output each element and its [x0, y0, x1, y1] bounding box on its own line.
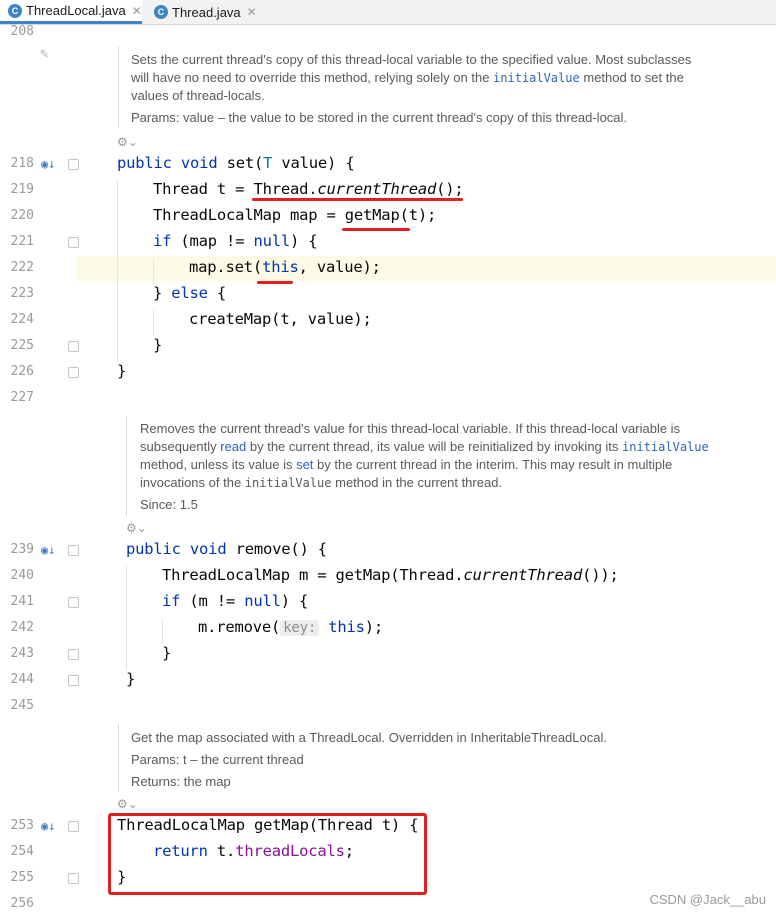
line-number: 223 — [10, 286, 34, 301]
fold-marker-icon[interactable] — [68, 237, 79, 248]
doc-border — [118, 724, 119, 792]
code-line: public void set(T value) { — [117, 154, 355, 172]
fold-marker-icon[interactable] — [68, 367, 79, 378]
doc-params: Params: t – the current thread — [131, 752, 304, 767]
fold-marker-icon[interactable] — [68, 597, 79, 608]
line-number: 224 — [10, 312, 34, 327]
line-number: 226 — [10, 364, 34, 379]
doc-line: invocations of the initialValue method i… — [140, 475, 503, 490]
doc-line: Removes the current thread's value for t… — [140, 421, 681, 436]
doc-line: values of thread-locals. — [131, 88, 265, 103]
line-number: 256 — [10, 896, 34, 911]
override-marker-icon[interactable]: ◉↓ — [41, 543, 55, 557]
fold-marker-icon[interactable] — [68, 873, 79, 884]
tab-threadlocal-java[interactable]: C ThreadLocal.java ✕ — [0, 0, 142, 24]
red-highlight-box — [108, 813, 427, 895]
code-line: } else { — [153, 284, 227, 302]
fold-marker-icon[interactable] — [68, 675, 79, 686]
edit-pencil-icon[interactable]: ✎ — [40, 46, 48, 62]
fold-marker-icon[interactable] — [68, 159, 79, 170]
line-number: 221 — [10, 234, 34, 249]
indent-guide — [126, 566, 127, 670]
indent-guide — [153, 310, 154, 336]
code-line: public void remove() { — [126, 540, 327, 558]
fold-marker-icon[interactable] — [68, 341, 79, 352]
line-number: 222 — [10, 260, 34, 275]
line-number: 239 — [10, 542, 34, 557]
code-line: ThreadLocalMap m = getMap(Thread.current… — [162, 566, 619, 584]
close-icon[interactable]: ✕ — [132, 4, 142, 18]
code-line: } — [162, 644, 172, 662]
line-number: 241 — [10, 594, 34, 609]
doc-line: Get the map associated with a ThreadLoca… — [131, 730, 607, 745]
indent-guide — [153, 258, 154, 284]
doc-border — [118, 46, 119, 128]
code-line: ThreadLocalMap map = getMap(t); — [153, 206, 437, 224]
code-line: m.remove(key: this); — [198, 618, 384, 636]
red-underline — [257, 281, 293, 284]
line-number: 245 — [10, 698, 34, 713]
line-number: 242 — [10, 620, 34, 635]
current-line-highlight — [76, 256, 776, 281]
code-line: if (m != null) { — [162, 592, 309, 610]
doc-params: Params: value – the value to be stored i… — [131, 110, 628, 125]
red-underline — [342, 228, 410, 231]
doc-line: method, unless its value is set by the c… — [140, 457, 673, 472]
red-underline — [252, 198, 463, 201]
line-number: 243 — [10, 646, 34, 661]
code-line: } — [126, 670, 136, 688]
code-line: createMap(t, value); — [189, 310, 372, 328]
javadoc-remove: Removes the current thread's value for t… — [140, 420, 770, 514]
line-number: 219 — [10, 182, 34, 197]
java-class-icon: C — [154, 5, 168, 19]
tab-thread-java[interactable]: C Thread.java ✕ — [146, 0, 262, 24]
code-line: Thread t = Thread.currentThread(); — [153, 180, 464, 198]
editor-tab-bar: C ThreadLocal.java ✕ C Thread.java ✕ — [0, 0, 776, 25]
line-number: 240 — [10, 568, 34, 583]
javadoc-set: Sets the current thread's copy of this t… — [131, 51, 771, 127]
line-number: 225 — [10, 338, 34, 353]
line-number: 220 — [10, 208, 34, 223]
code-line: map.set(this, value); — [189, 258, 381, 276]
doc-line: Sets the current thread's copy of this t… — [131, 52, 692, 67]
indent-guide — [117, 180, 118, 362]
toggle-render-icon[interactable]: ⚙⌄ — [117, 135, 138, 149]
line-number: 208 — [10, 24, 34, 39]
fold-marker-icon[interactable] — [68, 821, 79, 832]
doc-returns: Returns: the map — [131, 774, 231, 789]
override-marker-icon[interactable]: ◉↓ — [41, 157, 55, 171]
doc-line: will have no need to override this metho… — [131, 70, 684, 85]
line-number: 255 — [10, 870, 34, 885]
doc-border — [126, 416, 127, 516]
indent-guide — [162, 618, 163, 644]
code-line: } — [153, 336, 163, 354]
toggle-render-icon[interactable]: ⚙⌄ — [117, 797, 138, 811]
doc-since: Since: 1.5 — [140, 497, 198, 512]
line-number: 227 — [10, 390, 34, 405]
doc-line: subsequently read by the current thread,… — [140, 439, 709, 454]
tab-label: ThreadLocal.java — [26, 3, 126, 18]
param-hint: key: — [280, 620, 320, 636]
watermark: CSDN @Jack__abu — [649, 892, 766, 907]
line-number: 244 — [10, 672, 34, 687]
toggle-render-icon[interactable]: ⚙⌄ — [126, 521, 147, 535]
fold-marker-icon[interactable] — [68, 649, 79, 660]
code-line: } — [117, 362, 127, 380]
javadoc-getmap: Get the map associated with a ThreadLoca… — [131, 727, 761, 793]
tab-label: Thread.java — [172, 4, 241, 20]
code-line: if (map != null) { — [153, 232, 318, 250]
close-icon[interactable]: ✕ — [247, 5, 257, 19]
line-number: 218 — [10, 156, 34, 171]
line-number: 253 — [10, 818, 34, 833]
java-class-icon: C — [8, 3, 22, 18]
line-number: 254 — [10, 844, 34, 859]
fold-marker-icon[interactable] — [68, 545, 79, 556]
override-marker-icon[interactable]: ◉↓ — [41, 819, 55, 833]
